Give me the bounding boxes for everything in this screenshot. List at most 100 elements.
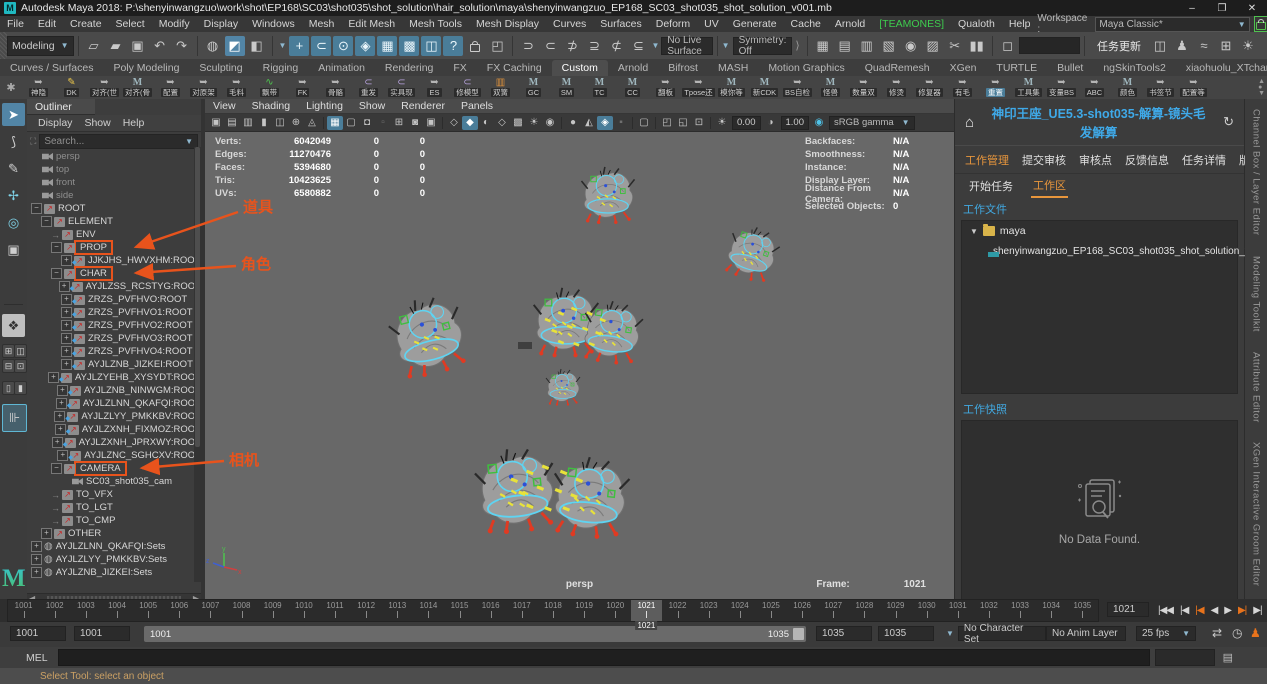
- shelf-tab-rigging[interactable]: Rigging: [253, 60, 309, 76]
- shelf-button-gc[interactable]: MGC: [517, 77, 550, 99]
- open-render-view-icon[interactable]: ▦: [813, 36, 833, 56]
- outliner-item-ayjlzyehb-xysydt-root[interactable]: +↗AYJLZYEHB_XYSYDT:ROOT: [27, 371, 201, 384]
- anim-layer-combo[interactable]: No Anim Layer: [1046, 626, 1126, 641]
- frame-1009[interactable]: 1009: [257, 600, 288, 621]
- outliner-item-env[interactable]: →↗ENV: [27, 228, 201, 241]
- step-forward-key-button[interactable]: ▶|: [1235, 605, 1249, 616]
- step-back-key-button[interactable]: |◀: [1192, 605, 1206, 616]
- shelf-tab-mash[interactable]: MASH: [708, 60, 758, 76]
- shelf-gear-icon[interactable]: ✱: [0, 81, 22, 94]
- xray-joints-icon[interactable]: ▩: [510, 116, 526, 130]
- history-icon-5[interactable]: ⊄: [606, 36, 626, 56]
- live-surface-field[interactable]: No Live Surface: [661, 37, 712, 55]
- task-subtab-item[interactable]: 开始任务: [967, 175, 1015, 197]
- frame-1029[interactable]: 1029: [880, 600, 911, 621]
- frame-1024[interactable]: 1024: [724, 600, 755, 621]
- frame-1004[interactable]: 1004: [101, 600, 132, 621]
- dock-tab-modeling-toolkit[interactable]: Modeling Toolkit: [1251, 246, 1262, 342]
- frame-1028[interactable]: 1028: [849, 600, 880, 621]
- outliner-item-sc03-shot035-cam[interactable]: SC03_shot035_cam: [27, 475, 201, 488]
- menu-mesh-tools[interactable]: Mesh Tools: [402, 18, 469, 30]
- symmetry-expand-arrow[interactable]: ▼: [722, 41, 730, 50]
- shelf-button-item[interactable]: ➥毛料: [220, 77, 253, 99]
- tearoff-copy-icon[interactable]: ◱: [675, 116, 691, 130]
- outliner-item-jjkjhs-hwvxhm-root[interactable]: +↗JJKJHS_HWVXHM:ROOT: [27, 254, 201, 267]
- outliner-item-element[interactable]: −↗ELEMENT: [27, 215, 201, 228]
- two-pane-layout-button[interactable]: ◫: [14, 344, 27, 358]
- frame-1026[interactable]: 1026: [787, 600, 818, 621]
- playback-end-field[interactable]: 1035: [816, 626, 872, 641]
- grid-options-icon[interactable]: ⊞: [1216, 36, 1236, 56]
- task-subtab-item[interactable]: 工作区: [1031, 174, 1068, 198]
- select-tool[interactable]: ➤: [2, 103, 25, 126]
- snap-projected-center-icon[interactable]: ◈: [355, 36, 375, 56]
- frame-1030[interactable]: 1030: [911, 600, 942, 621]
- shelf-button-item[interactable]: ➥重置: [979, 77, 1012, 99]
- shelf-tab-custom[interactable]: Custom: [552, 60, 608, 76]
- outliner-item-ayjlzlnn-qkafqi-sets[interactable]: +◍AYJLZLNN_QKAFQI:Sets: [27, 540, 201, 553]
- shelf-button-item[interactable]: ➥修复器: [913, 77, 946, 99]
- max-influences-icon[interactable]: ◫: [421, 36, 441, 56]
- snap-grid-icon[interactable]: +: [289, 36, 309, 56]
- shelf-tab-arnold[interactable]: Arnold: [608, 60, 658, 76]
- new-scene-icon[interactable]: ▱: [84, 36, 104, 56]
- frame-1001[interactable]: 1001: [8, 600, 39, 621]
- shelf-button-item[interactable]: ⊂修模型: [451, 77, 484, 99]
- shelf-tab-motion-graphics[interactable]: Motion Graphics: [758, 60, 854, 76]
- lasso-tool[interactable]: ⟆: [2, 130, 25, 153]
- outliner-item-ayjlzxnh-jprxwy-root[interactable]: +↗AYJLZXNH_JPRXWY:ROOT: [27, 436, 201, 449]
- outliner-item-char[interactable]: −↗CHAR: [27, 267, 201, 280]
- hypershade-icon[interactable]: ◉: [901, 36, 921, 56]
- shelf-tab-poly-modeling[interactable]: Poly Modeling: [103, 60, 189, 76]
- isolate-off-icon[interactable]: ▪: [613, 116, 629, 130]
- outliner-item-ayjlzlyy-pmkkbv-root[interactable]: +↗AYJLZLYY_PMKKBV:ROOT: [27, 410, 201, 423]
- history-expand-arrow[interactable]: ▼: [651, 41, 659, 50]
- frame-1002[interactable]: 1002: [39, 600, 70, 621]
- hik-character-icon[interactable]: ♟: [1172, 36, 1192, 56]
- layout-button-6[interactable]: ▮: [14, 381, 27, 395]
- shadows-icon[interactable]: ⊞: [391, 116, 407, 130]
- shelf-button-cdk[interactable]: M新CDK: [748, 77, 781, 99]
- viewport-menu-panels[interactable]: Panels: [453, 100, 501, 112]
- pane-layout-icon[interactable]: ◰: [659, 116, 675, 130]
- frame-1014[interactable]: 1014: [413, 600, 444, 621]
- frame-1012[interactable]: 1012: [351, 600, 382, 621]
- menu-generate[interactable]: Generate: [726, 18, 784, 30]
- exposure-field[interactable]: 0.00: [732, 116, 761, 130]
- isolate-select-icon[interactable]: ◈: [597, 116, 613, 130]
- frame-1022[interactable]: 1022: [662, 600, 693, 621]
- shelf-button-item[interactable]: M对齐(骨: [121, 77, 154, 99]
- outliner-item-top[interactable]: top: [27, 163, 201, 176]
- auto-keyframe-icon[interactable]: ♟: [1250, 626, 1261, 640]
- fps-combo[interactable]: 25 fps▼: [1136, 626, 1196, 641]
- shelf-tab-xiaohuolu-xtchangyong[interactable]: xiaohuolu_XTchangyong: [1176, 60, 1267, 76]
- frame-1006[interactable]: 1006: [164, 600, 195, 621]
- select-hierarchy-icon[interactable]: ◍: [203, 36, 223, 56]
- outliner-item-ayjlzxnh-fixmoz-root[interactable]: +↗AYJLZXNH_FIXMOZ:ROOT: [27, 423, 201, 436]
- playback-loop-icon[interactable]: ⇄: [1212, 626, 1222, 640]
- shelf-button-item[interactable]: ➥有毛: [946, 77, 979, 99]
- menu-file[interactable]: File: [0, 18, 31, 30]
- viewcube-icon[interactable]: ▢: [636, 116, 652, 130]
- highlight-selection-icon[interactable]: ◰: [487, 36, 507, 56]
- paint-select-icon[interactable]: ◭: [581, 116, 597, 130]
- collapse-arrow[interactable]: ⟩: [795, 39, 799, 52]
- shelf-button-item[interactable]: ➥骨骼: [319, 77, 352, 99]
- outliner-item-zrzs-pvfhvo4-root[interactable]: +↗ZRZS_PVFHVO4:ROOT: [27, 345, 201, 358]
- shelf-button-item[interactable]: ➥修烫: [880, 77, 913, 99]
- open-scene-icon[interactable]: ▰: [106, 36, 126, 56]
- script-editor-icon[interactable]: ▤: [1223, 651, 1233, 664]
- menu-set-combo[interactable]: Modeling▼: [7, 36, 74, 56]
- menu-arnold[interactable]: Arnold: [828, 18, 872, 30]
- menu-cache[interactable]: Cache: [784, 18, 828, 30]
- viewport-menu-lighting[interactable]: Lighting: [298, 100, 351, 112]
- play-backwards-button[interactable]: ◀: [1208, 605, 1221, 616]
- outliner-item-ayjlznb-jizkei-sets[interactable]: +◍AYJLZNB_JIZKEI:Sets: [27, 566, 201, 579]
- field-chart-icon[interactable]: ⊕: [288, 116, 304, 130]
- frame-1032[interactable]: 1032: [973, 600, 1004, 621]
- filter-icon[interactable]: ⛶: [30, 136, 36, 147]
- shelf-button-item[interactable]: ⊂重发: [352, 77, 385, 99]
- menu-create[interactable]: Create: [63, 18, 109, 30]
- outliner-menu-display[interactable]: Display: [33, 117, 77, 129]
- pause-icon[interactable]: ▮▮: [967, 36, 987, 56]
